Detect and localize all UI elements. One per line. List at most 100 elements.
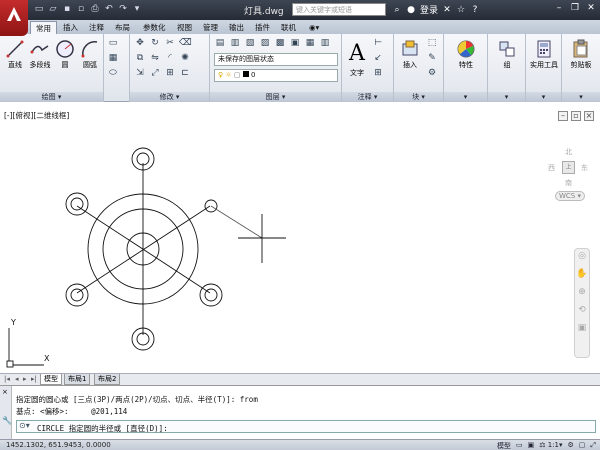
undo-icon[interactable]: ↶: [104, 4, 114, 15]
star-icon[interactable]: ☆: [456, 5, 466, 15]
explode-icon[interactable]: ✺: [179, 52, 191, 64]
last-layout-icon[interactable]: ▸|: [31, 375, 37, 383]
viewcube-east[interactable]: 东: [581, 163, 588, 173]
tab-model[interactable]: 模型: [40, 374, 62, 385]
utilities-panel-dropdown[interactable]: ▾: [526, 92, 561, 102]
attribute-icon[interactable]: ⚙: [426, 67, 438, 79]
orbit-icon[interactable]: ⟲: [575, 305, 589, 321]
create-block-icon[interactable]: ⬚: [426, 37, 438, 49]
layer-match-icon[interactable]: ▧: [244, 37, 256, 49]
tab-layout2[interactable]: 布局2: [94, 374, 121, 385]
quick-view-layouts-icon[interactable]: ▭: [516, 441, 523, 450]
viewcube-south[interactable]: 南: [565, 178, 572, 188]
drawing-viewport[interactable]: [-][俯视][二维线框] – ▫ × Y X 北 西 东 南 上 WCS ▾ …: [0, 103, 600, 373]
arc-tool[interactable]: 圆弧: [78, 38, 102, 70]
workspace-dropdown-icon[interactable]: ▾: [132, 4, 142, 15]
first-layout-icon[interactable]: |◂: [4, 375, 10, 383]
command-options-icon[interactable]: ⊙▾: [19, 421, 30, 430]
layer-freeze-icon[interactable]: ▦: [304, 37, 316, 49]
copy-icon[interactable]: ⧉: [134, 52, 146, 64]
showmotion-icon[interactable]: ▣: [575, 323, 589, 339]
next-layout-icon[interactable]: ▸: [23, 375, 27, 383]
steering-wheel-icon[interactable]: ◎: [575, 251, 589, 267]
command-window-handle[interactable]: × 🔧: [0, 386, 12, 440]
help-icon[interactable]: ?: [470, 5, 480, 15]
annotation-panel-title[interactable]: 注释 ▾: [342, 92, 393, 102]
ribbon-toggle-icon[interactable]: ◉▾: [304, 21, 324, 34]
polyline-tool[interactable]: 多段线: [28, 38, 52, 70]
tab-insert[interactable]: 插入: [58, 21, 83, 34]
layer-off-icon[interactable]: ▥: [319, 37, 331, 49]
command-input[interactable]: ⊙▾ CIRCLE 指定圆的半径或 [直径(D)]:: [16, 420, 596, 433]
rectangle-icon[interactable]: ▭: [107, 37, 119, 49]
model-space-label[interactable]: 模型: [497, 441, 511, 450]
close-button[interactable]: ✕: [584, 2, 598, 15]
line-tool[interactable]: 直线: [3, 38, 27, 70]
login-label[interactable]: 登录: [420, 3, 438, 16]
fillet-icon[interactable]: ◜: [164, 52, 176, 64]
edit-block-icon[interactable]: ✎: [426, 52, 438, 64]
ellipse-icon[interactable]: ⬭: [107, 67, 119, 79]
layer-states-icon[interactable]: ▥: [229, 37, 241, 49]
fullscreen-icon[interactable]: ⤢: [590, 441, 596, 450]
print-icon[interactable]: ⎙: [90, 4, 100, 15]
zoom-icon[interactable]: ⊕: [575, 287, 589, 303]
tab-manage[interactable]: 管理: [198, 21, 223, 34]
leader-icon[interactable]: ↙: [372, 52, 384, 64]
tab-home[interactable]: 常用: [30, 21, 57, 34]
layers-panel-title[interactable]: 图层 ▾: [210, 92, 341, 102]
search-icon[interactable]: ⌕: [392, 5, 402, 15]
viewcube-west[interactable]: 西: [548, 163, 555, 173]
text-tool[interactable]: A 文字: [346, 38, 368, 78]
viewcube-north[interactable]: 北: [565, 147, 572, 157]
maximize-button[interactable]: ❐: [568, 2, 582, 15]
open-icon[interactable]: ▱: [48, 4, 58, 15]
quick-view-drawings-icon[interactable]: ▣: [528, 441, 535, 450]
rotate-icon[interactable]: ↻: [149, 37, 161, 49]
group-tool[interactable]: 组: [495, 38, 519, 70]
tab-layout1[interactable]: 布局1: [64, 374, 91, 385]
draw-panel-title[interactable]: 绘图 ▾: [0, 92, 103, 102]
workspace-gear-icon[interactable]: ⚙: [567, 441, 573, 450]
saveas-icon[interactable]: ▫: [76, 4, 86, 15]
groups-panel-dropdown[interactable]: ▾: [488, 92, 525, 102]
insert-tool[interactable]: 插入: [398, 38, 422, 70]
block-panel-title[interactable]: 块 ▾: [394, 92, 443, 102]
stretch-icon[interactable]: ⇲: [134, 67, 146, 79]
layer-properties-icon[interactable]: ▤: [214, 37, 226, 49]
prev-layout-icon[interactable]: ◂: [15, 375, 19, 383]
layer-state-dropdown[interactable]: 未保存的图层状态: [214, 53, 338, 66]
redo-icon[interactable]: ↷: [118, 4, 128, 15]
mirror-icon[interactable]: ⇋: [149, 52, 161, 64]
tab-layout[interactable]: 布局: [110, 21, 135, 34]
utilities-tool[interactable]: 实用工具: [529, 38, 559, 70]
application-menu-button[interactable]: [0, 0, 28, 36]
layer-previous-icon[interactable]: ▨: [259, 37, 271, 49]
viewcube-top-face[interactable]: 上: [562, 161, 575, 174]
layer-unisolate-icon[interactable]: ▣: [289, 37, 301, 49]
tab-annotate[interactable]: 注释: [84, 21, 109, 34]
lock-ui-icon[interactable]: ▢: [579, 441, 586, 450]
minimize-button[interactable]: –: [552, 2, 566, 15]
user-icon[interactable]: ●: [406, 5, 416, 15]
tab-parametric[interactable]: 参数化: [138, 21, 171, 34]
erase-icon[interactable]: ⌫: [179, 37, 192, 49]
modify-panel-title[interactable]: 修改 ▾: [130, 92, 209, 102]
current-layer-dropdown[interactable]: ♀ ☼ ▢ 0: [214, 69, 338, 82]
pan-icon[interactable]: ✋: [575, 269, 589, 285]
clipboard-panel-dropdown[interactable]: ▾: [562, 92, 600, 102]
wrench-icon[interactable]: 🔧: [2, 416, 12, 425]
save-icon[interactable]: ▪: [62, 4, 72, 15]
dimension-icon[interactable]: ⊢: [372, 37, 384, 49]
exchange-icon[interactable]: ✕: [442, 5, 452, 15]
trim-icon[interactable]: ✂: [164, 37, 176, 49]
tab-plugins[interactable]: 插件: [250, 21, 275, 34]
offset-icon[interactable]: ⊏: [179, 67, 191, 79]
properties-panel-dropdown[interactable]: ▾: [444, 92, 487, 102]
search-input[interactable]: 键入关键字或短语: [292, 3, 386, 16]
move-icon[interactable]: ✥: [134, 37, 146, 49]
new-icon[interactable]: ▭: [34, 4, 44, 15]
close-command-icon[interactable]: ×: [2, 388, 8, 396]
layer-isolate-icon[interactable]: ▩: [274, 37, 286, 49]
tab-view[interactable]: 视图: [172, 21, 197, 34]
